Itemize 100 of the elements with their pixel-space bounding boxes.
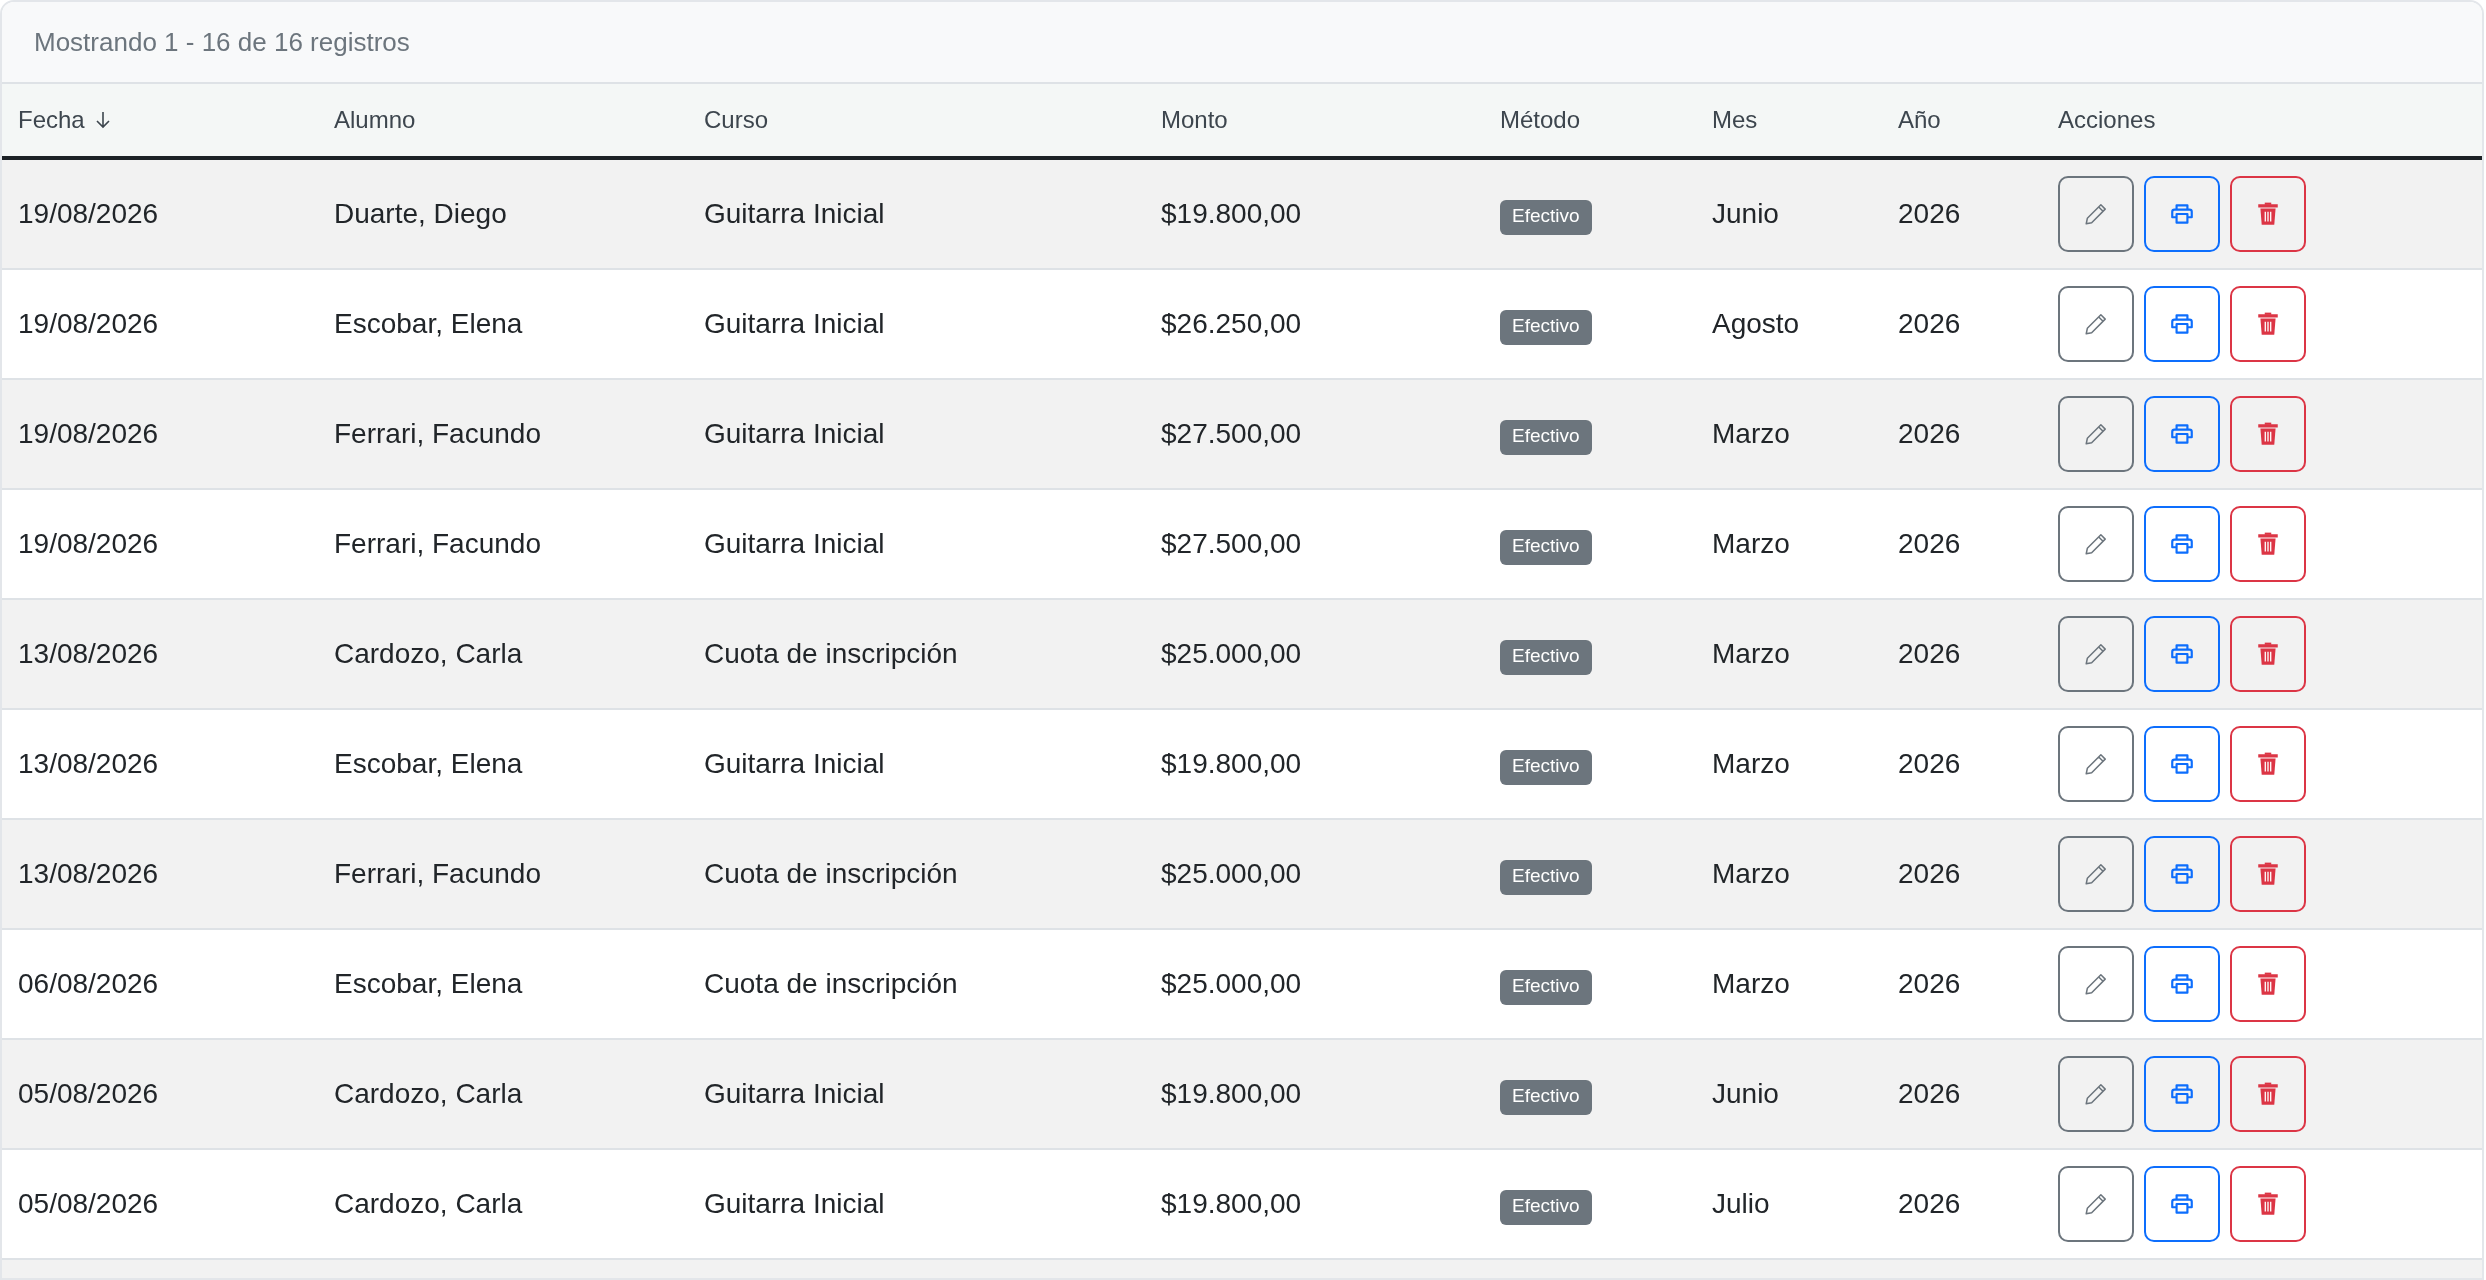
student-cell: Escobar, Elena	[334, 308, 523, 340]
printer-icon	[2169, 971, 2195, 997]
edit-button[interactable]	[2058, 1056, 2134, 1132]
print-button[interactable]	[2144, 506, 2220, 582]
pencil-icon	[2083, 1081, 2109, 1107]
pencil-icon	[2083, 861, 2109, 887]
delete-button[interactable]	[2230, 726, 2306, 802]
amount-cell: $19.800,00	[1161, 198, 1302, 230]
pencil-icon	[2083, 751, 2109, 777]
trash-icon	[2255, 201, 2281, 227]
pencil-icon	[2083, 421, 2109, 447]
column-header: Monto	[1161, 106, 1228, 134]
printer-icon	[2169, 1191, 2195, 1217]
printer-icon	[2169, 641, 2195, 667]
pencil-icon	[2083, 311, 2109, 337]
method-badge: Efectivo	[1500, 199, 1592, 235]
course-cell: Cuota de inscripción	[704, 858, 958, 890]
delete-button[interactable]	[2230, 1056, 2306, 1132]
edit-button[interactable]	[2058, 836, 2134, 912]
student-cell: Cardozo, Carla	[334, 638, 523, 670]
delete-button[interactable]	[2230, 396, 2306, 472]
year-cell: 2026	[1898, 968, 1961, 1000]
student-cell: Cardozo, Carla	[334, 1078, 523, 1110]
method-badge: Efectivo	[1500, 859, 1592, 895]
month-cell: Marzo	[1712, 638, 1790, 670]
printer-icon	[2169, 751, 2195, 777]
edit-button[interactable]	[2058, 396, 2134, 472]
print-button[interactable]	[2144, 396, 2220, 472]
column-header[interactable]: Fecha	[18, 106, 85, 134]
print-button[interactable]	[2144, 726, 2220, 802]
print-button[interactable]	[2144, 836, 2220, 912]
column-header: Alumno	[334, 106, 416, 134]
month-cell: Junio	[1712, 1078, 1779, 1110]
trash-icon	[2255, 971, 2281, 997]
method-badge: Efectivo	[1500, 969, 1592, 1005]
sort-arrow-icon[interactable]	[94, 110, 111, 130]
date-cell: 19/08/2026	[18, 418, 159, 450]
amount-cell: $19.800,00	[1161, 1188, 1302, 1220]
edit-button[interactable]	[2058, 286, 2134, 362]
delete-button[interactable]	[2230, 616, 2306, 692]
delete-button[interactable]	[2230, 946, 2306, 1022]
print-button[interactable]	[2144, 616, 2220, 692]
delete-button[interactable]	[2230, 1166, 2306, 1242]
amount-cell: $27.500,00	[1161, 418, 1302, 450]
year-cell: 2026	[1898, 198, 1961, 230]
month-cell: Julio	[1712, 1188, 1770, 1220]
month-cell: Marzo	[1712, 528, 1790, 560]
amount-cell: $26.250,00	[1161, 308, 1302, 340]
record-count: Mostrando 1 - 16 de 16 registros	[34, 26, 410, 58]
printer-icon	[2169, 201, 2195, 227]
delete-button[interactable]	[2230, 286, 2306, 362]
date-cell: 05/08/2026	[18, 1078, 159, 1110]
method-badge: Efectivo	[1500, 529, 1592, 565]
edit-button[interactable]	[2058, 946, 2134, 1022]
delete-button[interactable]	[2230, 836, 2306, 912]
month-cell: Marzo	[1712, 748, 1790, 780]
course-cell: Guitarra Inicial	[704, 1188, 885, 1220]
trash-icon	[2255, 861, 2281, 887]
method-badge: Efectivo	[1500, 419, 1592, 455]
date-cell: 19/08/2026	[18, 198, 159, 230]
student-cell: Duarte, Diego	[334, 198, 507, 230]
month-cell: Marzo	[1712, 858, 1790, 890]
print-button[interactable]	[2144, 176, 2220, 252]
course-cell: Guitarra Inicial	[704, 308, 885, 340]
edit-button[interactable]	[2058, 506, 2134, 582]
year-cell: 2026	[1898, 1188, 1961, 1220]
print-button[interactable]	[2144, 286, 2220, 362]
amount-cell: $19.800,00	[1161, 748, 1302, 780]
amount-cell: $25.000,00	[1161, 858, 1302, 890]
printer-icon	[2169, 1081, 2195, 1107]
student-cell: Escobar, Elena	[334, 748, 523, 780]
year-cell: 2026	[1898, 858, 1961, 890]
edit-button[interactable]	[2058, 726, 2134, 802]
print-button[interactable]	[2144, 946, 2220, 1022]
print-button[interactable]	[2144, 1166, 2220, 1242]
trash-icon	[2255, 1081, 2281, 1107]
trash-icon	[2255, 641, 2281, 667]
trash-icon	[2255, 311, 2281, 337]
month-cell: Marzo	[1712, 968, 1790, 1000]
printer-icon	[2169, 311, 2195, 337]
delete-button[interactable]	[2230, 506, 2306, 582]
course-cell: Guitarra Inicial	[704, 748, 885, 780]
student-cell: Ferrari, Facundo	[334, 528, 541, 560]
method-badge: Efectivo	[1500, 749, 1592, 785]
delete-button[interactable]	[2230, 176, 2306, 252]
method-badge: Efectivo	[1500, 1079, 1592, 1115]
print-button[interactable]	[2144, 1056, 2220, 1132]
column-header: Curso	[704, 106, 769, 134]
edit-button[interactable]	[2058, 616, 2134, 692]
student-cell: Escobar, Elena	[334, 968, 523, 1000]
edit-button[interactable]	[2058, 1166, 2134, 1242]
method-badge: Efectivo	[1500, 639, 1592, 675]
edit-button[interactable]	[2058, 176, 2134, 252]
column-header: Mes	[1712, 106, 1758, 134]
date-cell: 13/08/2026	[18, 748, 159, 780]
student-cell: Ferrari, Facundo	[334, 418, 541, 450]
trash-icon	[2255, 1191, 2281, 1217]
date-cell: 06/08/2026	[18, 968, 159, 1000]
column-header: Método	[1500, 106, 1581, 134]
trash-icon	[2255, 421, 2281, 447]
